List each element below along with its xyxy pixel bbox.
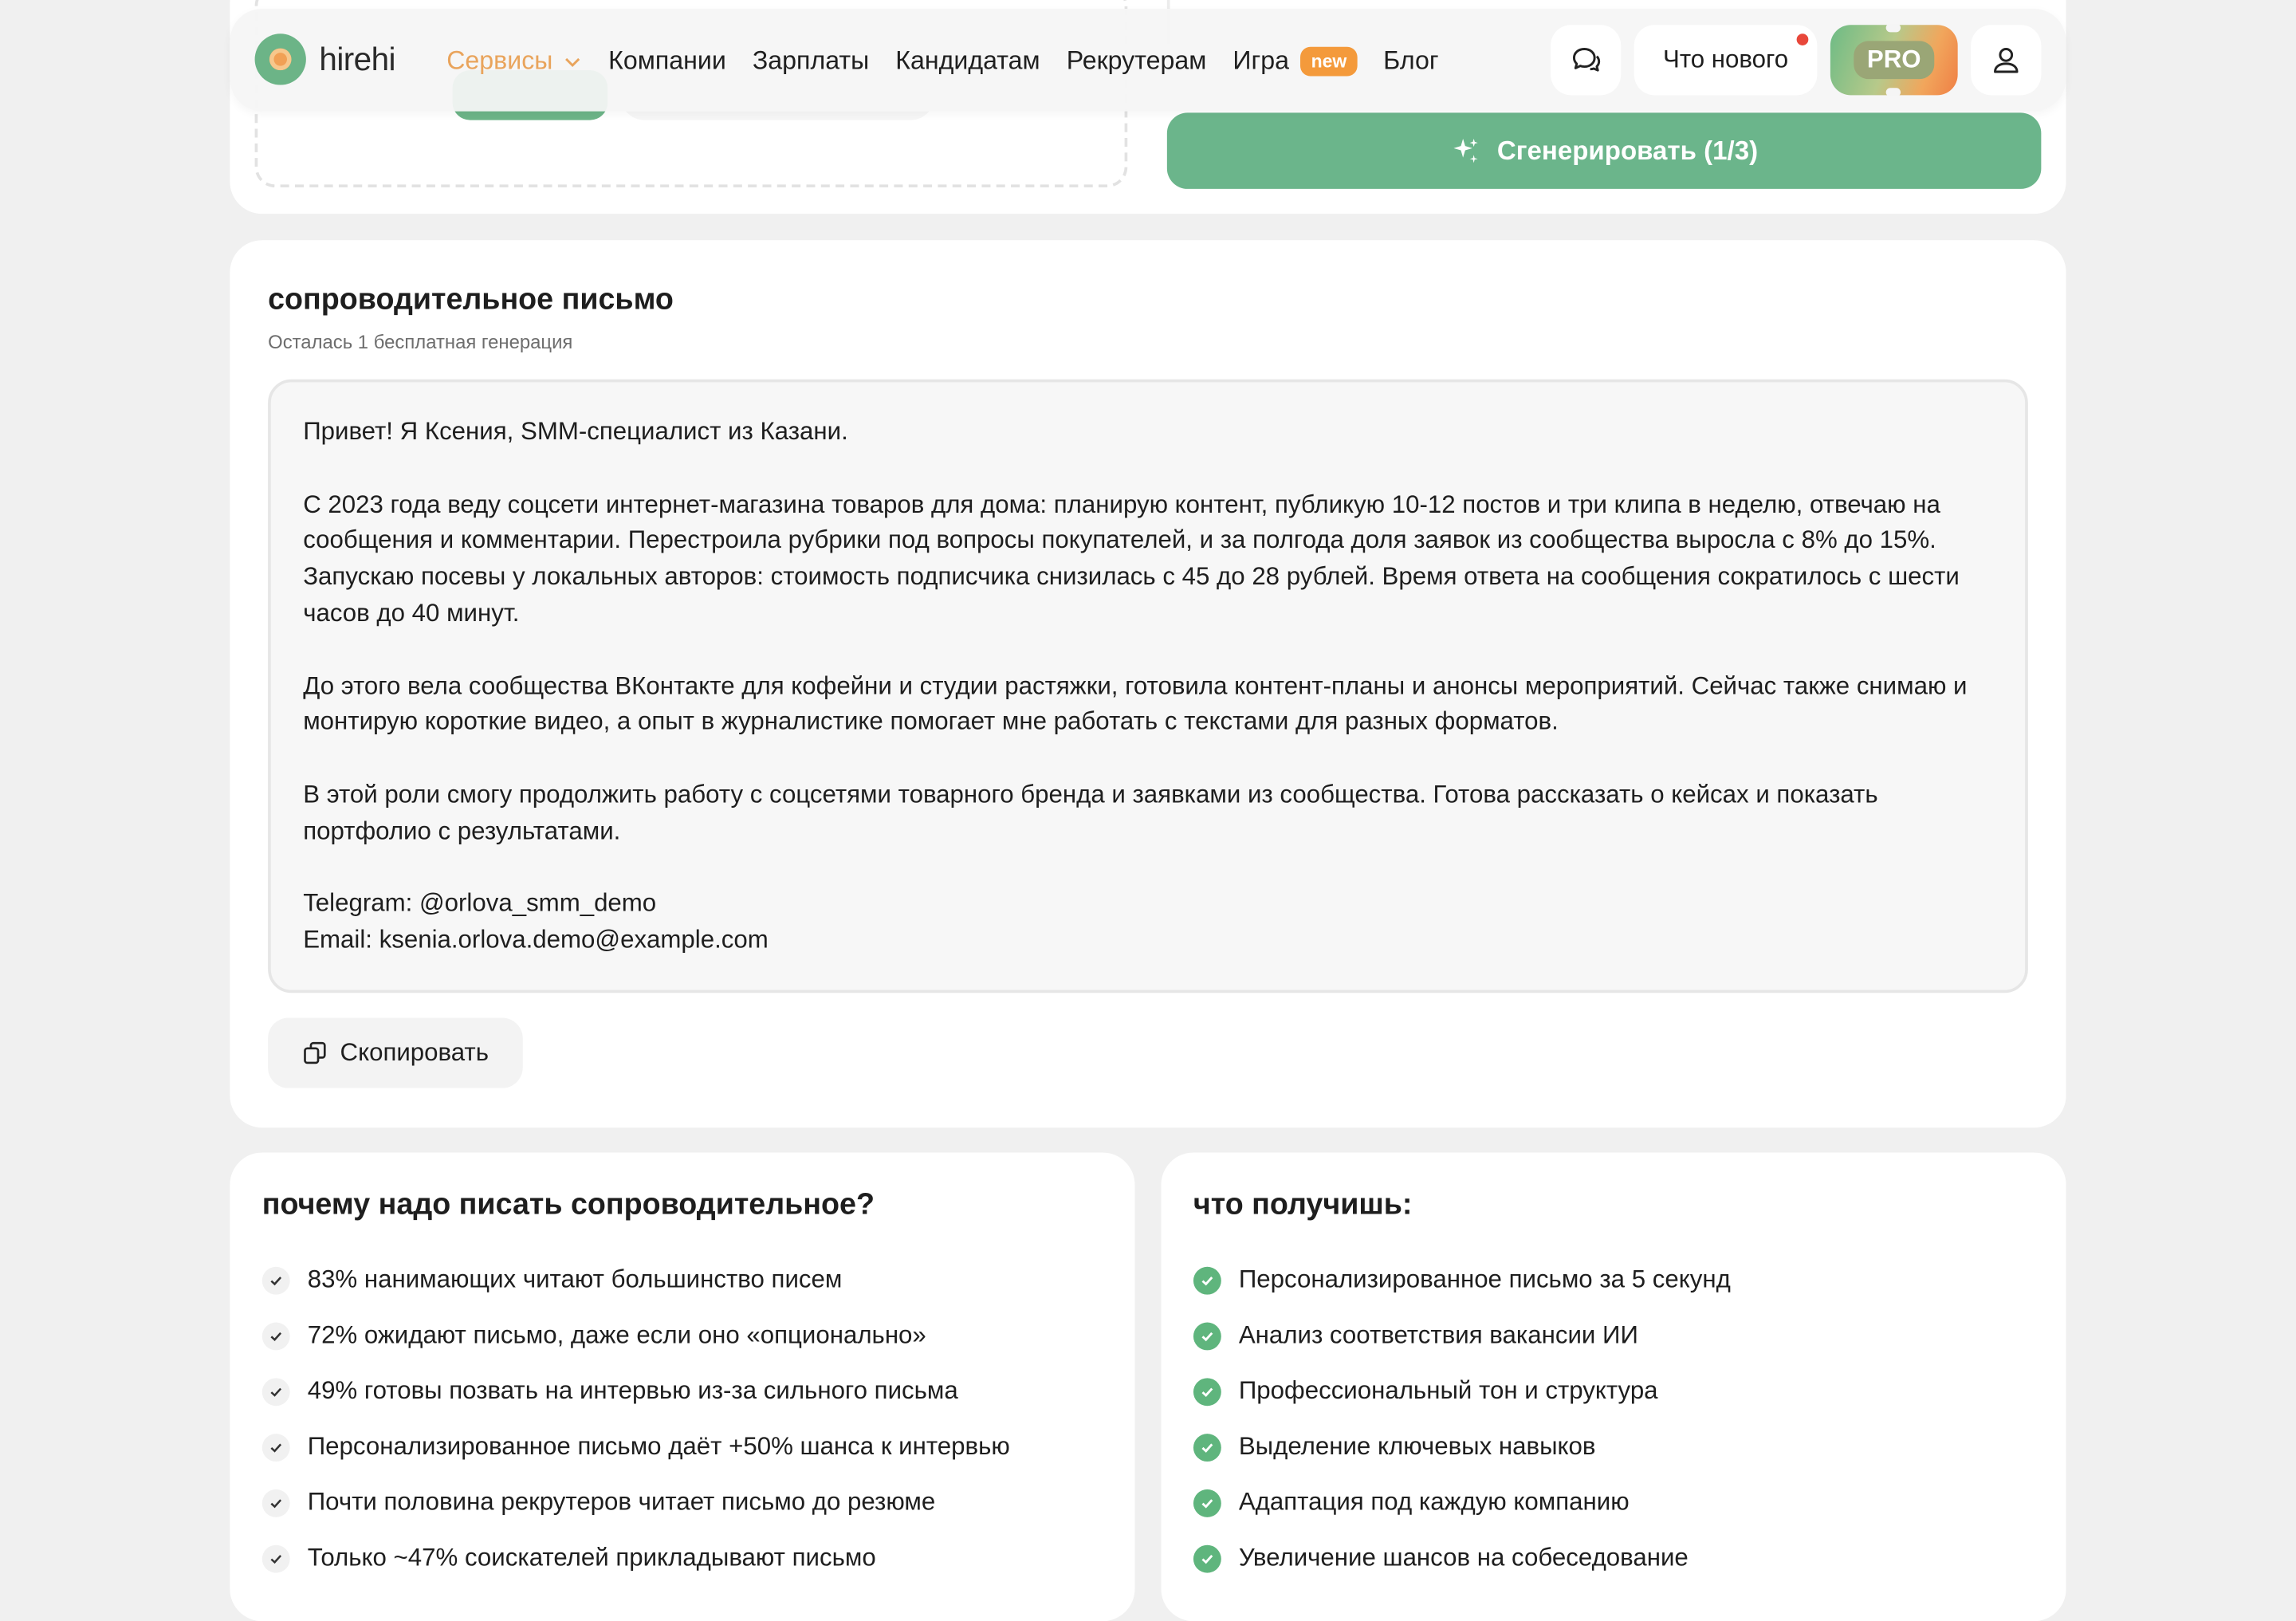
- pro-button[interactable]: PRO: [1830, 23, 1958, 97]
- copy-button[interactable]: Скопировать: [268, 1017, 523, 1088]
- benefits-list: Персонализированное письмо за 5 секунд А…: [1193, 1252, 1731, 1586]
- list-item: Только ~47% соискателей прикладывают пис…: [261, 1530, 1010, 1586]
- cover-letter-card: сопроводительное письмо Осталась 1 беспл…: [230, 240, 2066, 1128]
- list-item: Выделение ключевых навыков: [1193, 1419, 1731, 1475]
- list-item: Увеличение шансов на собеседование: [1193, 1530, 1731, 1586]
- pro-label: PRO: [1854, 41, 1935, 80]
- list-item-text: Увеличение шансов на собеседование: [1238, 1543, 1689, 1572]
- nav-candidates[interactable]: Кандидатам: [895, 45, 1040, 77]
- whats-new-label: Что нового: [1663, 45, 1789, 73]
- check-icon: [1193, 1544, 1221, 1572]
- check-icon: [261, 1544, 290, 1572]
- list-item-text: Анализ соответствия вакансии ИИ: [1238, 1320, 1638, 1349]
- nav-game-label: Игра: [1233, 45, 1290, 75]
- list-item: Анализ соответствия вакансии ИИ: [1193, 1308, 1731, 1363]
- list-item-text: Профессиональный тон и структура: [1238, 1376, 1658, 1405]
- generate-button[interactable]: Сгенерировать (1/3): [1166, 112, 2042, 189]
- letter-email: Email: ksenia.orlova.demo@example.com: [303, 926, 769, 954]
- page: Сгенерировать (1/3) hirehi Сервисы Компа…: [0, 0, 2296, 1621]
- check-icon: [1193, 1265, 1221, 1294]
- ticket-notch: [1885, 88, 1901, 97]
- check-icon: [261, 1265, 290, 1294]
- list-item: Персонализированное письмо даёт +50% шан…: [261, 1419, 1010, 1475]
- generate-button-label: Сгенерировать (1/3): [1496, 135, 1759, 165]
- whats-new-button[interactable]: Что нового: [1634, 25, 1818, 96]
- benefits-title: что получишь:: [1193, 1187, 1413, 1222]
- list-item: 49% готовы позвать на интервью из-за сил…: [261, 1363, 1010, 1419]
- logo[interactable]: hirehi: [254, 33, 395, 85]
- check-icon: [1193, 1377, 1221, 1406]
- profile-button[interactable]: [1971, 25, 2042, 96]
- logo-text: hirehi: [319, 40, 395, 77]
- letter-text-area[interactable]: Привет! Я Ксения, SMM-специалист из Каза…: [268, 379, 2028, 993]
- nav-blog[interactable]: Блог: [1383, 45, 1438, 77]
- letter-subtitle: Осталась 1 бесплатная генерация: [268, 331, 573, 353]
- list-item-text: Адаптация под каждую компанию: [1238, 1488, 1630, 1516]
- nav-game[interactable]: Игра new: [1233, 45, 1358, 77]
- letter-paragraph: С 2023 года веду соцсети интернет-магази…: [303, 490, 1960, 628]
- why-card: почему надо писать сопроводительное? 83%…: [230, 1152, 1135, 1621]
- copy-icon: [304, 1041, 327, 1064]
- list-item: 72% ожидают письмо, даже если оно «опцио…: [261, 1308, 1010, 1363]
- why-title: почему надо писать сопроводительное?: [261, 1187, 875, 1222]
- nav-salaries[interactable]: Зарплаты: [753, 45, 869, 77]
- list-item-text: 72% ожидают письмо, даже если оно «опцио…: [307, 1320, 926, 1349]
- list-item-text: 83% нанимающих читают большинство писем: [307, 1265, 843, 1293]
- nav-recruiters[interactable]: Рекрутерам: [1067, 45, 1207, 77]
- chat-button[interactable]: [1551, 25, 1622, 96]
- nav-links: Сервисы Компании Зарплаты Кандидатам Рек…: [446, 45, 1439, 77]
- list-item: Персонализированное письмо за 5 секунд: [1193, 1252, 1731, 1308]
- sparkle-icon: [1454, 139, 1479, 163]
- check-icon: [261, 1321, 290, 1350]
- chat-icon: [1572, 48, 1601, 72]
- check-icon: [1193, 1433, 1221, 1462]
- list-item-text: Выделение ключевых навыков: [1238, 1432, 1596, 1461]
- list-item-text: Только ~47% соискателей прикладывают пис…: [307, 1543, 876, 1572]
- letter-title: сопроводительное письмо: [268, 282, 674, 317]
- check-icon: [261, 1433, 290, 1462]
- nav-services-label: Сервисы: [446, 45, 553, 75]
- letter-telegram: Telegram: @orlova_smm_demo: [303, 889, 657, 918]
- list-item-text: 49% готовы позвать на интервью из-за сил…: [307, 1376, 958, 1405]
- nav-services[interactable]: Сервисы: [446, 45, 582, 77]
- letter-paragraph: До этого вела сообщества ВКонтакте для к…: [303, 671, 1968, 736]
- nav-companies[interactable]: Компании: [608, 45, 726, 77]
- list-item-text: Персонализированное письмо за 5 секунд: [1238, 1265, 1731, 1293]
- ticket-notch: [1885, 23, 1901, 33]
- new-badge: new: [1300, 45, 1358, 76]
- list-item: Адаптация под каждую компанию: [1193, 1475, 1731, 1531]
- navbar: hirehi Сервисы Компании Зарплаты Кандида…: [230, 9, 2066, 112]
- list-item-text: Персонализированное письмо даёт +50% шан…: [307, 1432, 1010, 1461]
- list-item: Почти половина рекрутеров читает письмо …: [261, 1475, 1010, 1531]
- why-list: 83% нанимающих читают большинство писем …: [261, 1252, 1010, 1586]
- list-item: Профессиональный тон и структура: [1193, 1363, 1731, 1419]
- logo-mark: [254, 33, 306, 85]
- list-item-text: Почти половина рекрутеров читает письмо …: [307, 1488, 936, 1516]
- copy-button-label: Скопировать: [340, 1038, 489, 1067]
- letter-paragraph: В этой роли смогу продолжить работу с со…: [303, 780, 1878, 845]
- benefits-card: что получишь: Персонализированное письмо…: [1161, 1152, 2066, 1621]
- check-icon: [261, 1377, 290, 1406]
- check-icon: [261, 1489, 290, 1517]
- check-icon: [1193, 1321, 1221, 1350]
- letter-paragraph: Привет! Я Ксения, SMM-специалист из Каза…: [303, 417, 848, 446]
- list-item: 83% нанимающих читают большинство писем: [261, 1252, 1010, 1308]
- check-icon: [1193, 1489, 1221, 1517]
- user-icon: [1994, 48, 2019, 73]
- chevron-down-icon: [564, 57, 580, 67]
- notification-dot: [1796, 33, 1809, 45]
